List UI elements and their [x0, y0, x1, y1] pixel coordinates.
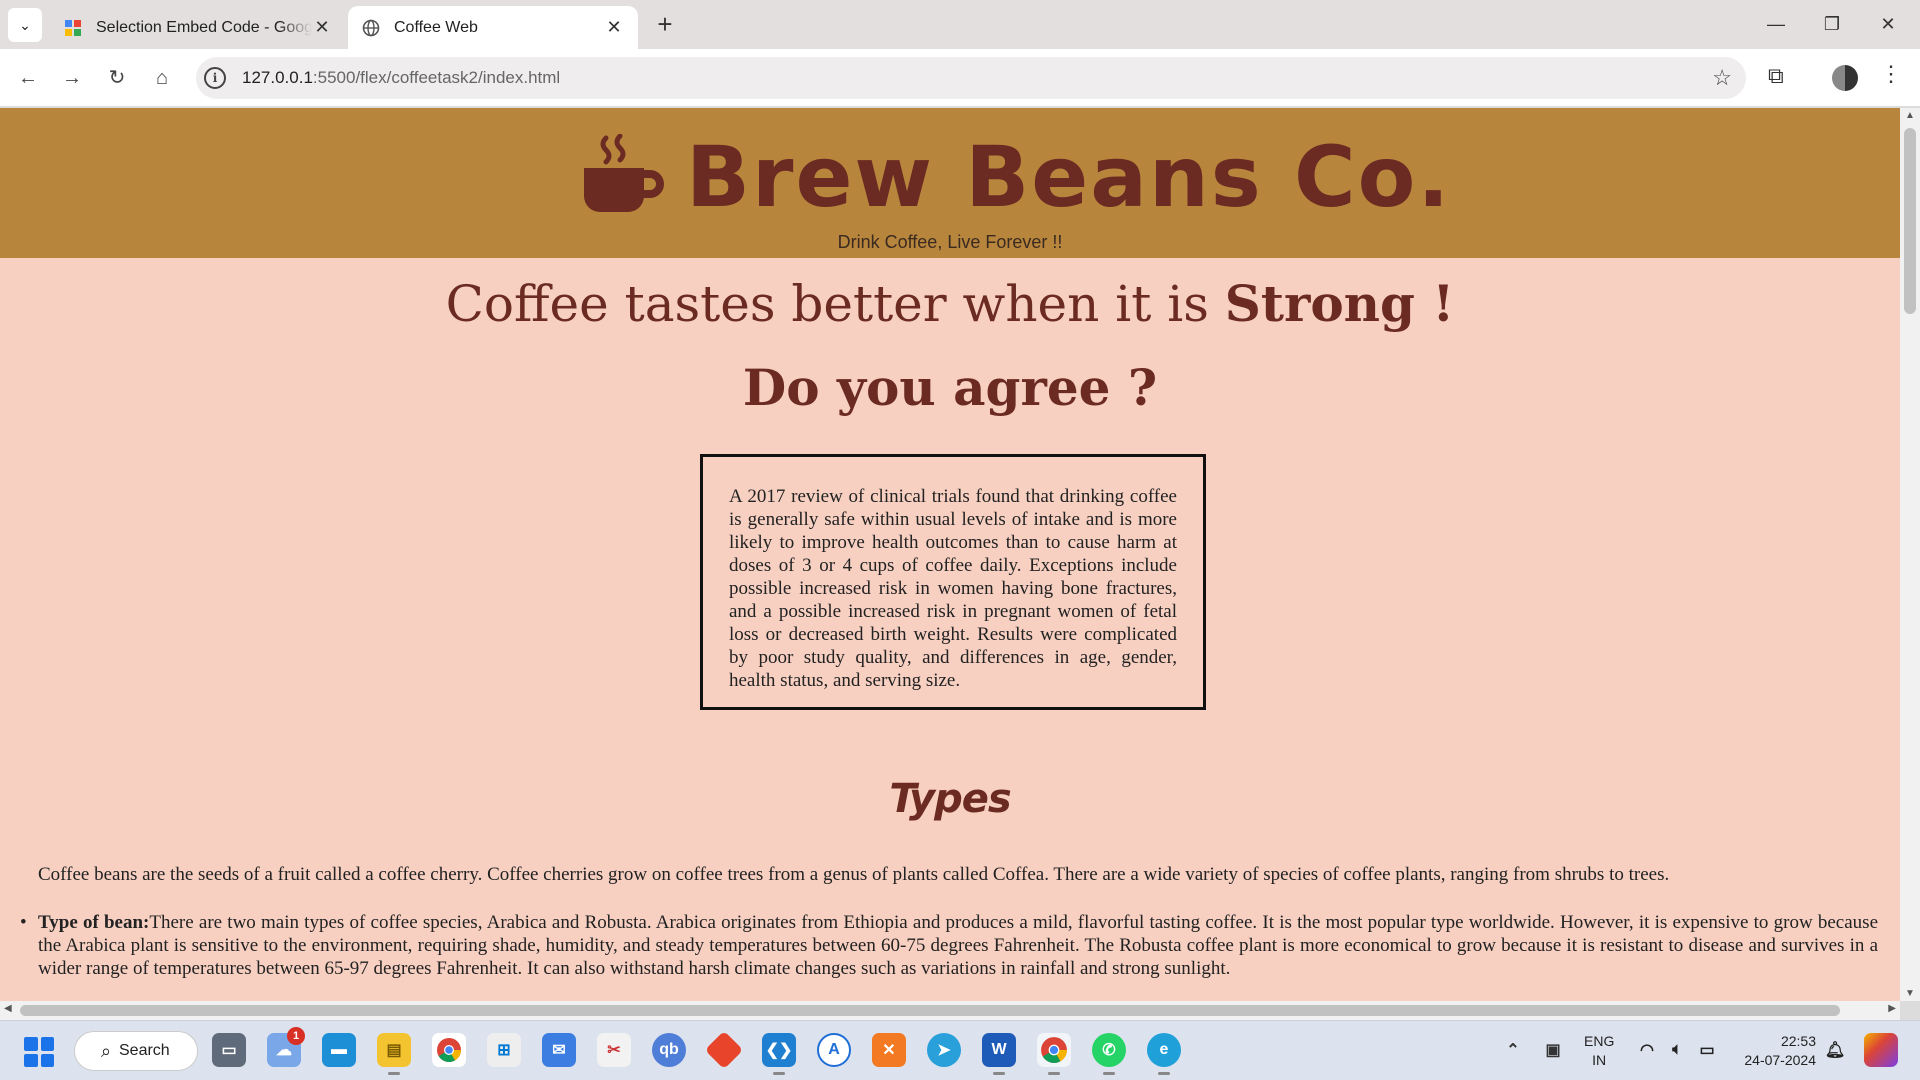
close-icon[interactable]: ✕	[604, 17, 624, 38]
language-indicator[interactable]: ENG IN	[1584, 1032, 1614, 1070]
windows-start-icon[interactable]	[24, 1037, 54, 1067]
whatsapp-icon[interactable]: ✆	[1092, 1033, 1126, 1075]
address-bar[interactable]: i 127.0.0.1:5500/flex/coffeetask2/index.…	[196, 57, 1746, 99]
scroll-left-icon[interactable]: ◀	[4, 1003, 12, 1014]
tagline: Drink Coffee, Live Forever !!	[837, 232, 1063, 252]
wifi-icon[interactable]: ◠	[1630, 1033, 1664, 1067]
chrome-active-icon[interactable]	[1037, 1033, 1071, 1075]
telegram-icon[interactable]: ➤	[927, 1033, 961, 1067]
coffee-cup-icon	[584, 134, 664, 212]
tab-title: Selection Embed Code - Google	[96, 18, 312, 36]
headline-plain: Coffee tastes better when it is	[445, 275, 1225, 333]
section-title-types: Types	[889, 776, 1011, 822]
clock[interactable]: 22:53 24-07-2024	[1734, 1032, 1816, 1070]
file-explorer-icon[interactable]: ▤	[377, 1033, 411, 1075]
google-apps-icon	[65, 19, 81, 36]
logo-row: Brew Beans Co.	[580, 128, 1451, 226]
tab-coffee-web[interactable]: Coffee Web ✕	[348, 6, 638, 49]
copilot-icon[interactable]	[1864, 1033, 1898, 1067]
site-header: Brew Beans Co. Drink Coffee, Live Foreve…	[0, 108, 1900, 258]
forward-arrow-icon[interactable]: →	[56, 62, 88, 94]
qbittorrent-icon[interactable]: qb	[652, 1033, 686, 1067]
clock-time: 22:53	[1780, 1033, 1816, 1049]
globe-icon	[362, 19, 380, 36]
tray-app-icon[interactable]: ▣	[1536, 1033, 1570, 1067]
app-icon-a[interactable]: A	[817, 1033, 851, 1067]
chevron-down-icon: ⌄	[19, 16, 31, 33]
scrollbar-corner	[1900, 1001, 1920, 1020]
clock-date: 24-07-2024	[1744, 1052, 1816, 1068]
bookmark-star-icon[interactable]: ☆	[1712, 65, 1732, 91]
bullet-text: There are two main types of coffee speci…	[38, 912, 1878, 979]
microsoft-store-icon[interactable]: ⊞	[487, 1033, 521, 1067]
chrome-icon[interactable]	[432, 1033, 466, 1067]
mail-icon[interactable]: ✉	[542, 1033, 576, 1067]
url-text[interactable]: 127.0.0.1:5500/flex/coffeetask2/index.ht…	[242, 68, 560, 88]
bullet-label: Type of bean:	[38, 912, 150, 933]
chevron-up-icon[interactable]: ⌃	[1496, 1033, 1530, 1067]
headline: Coffee tastes better when it is Strong !	[0, 274, 1900, 333]
subheadline: Do you agree ?	[742, 358, 1158, 417]
url-host: 127.0.0.1	[242, 68, 313, 87]
horizontal-scrollbar[interactable]: ◀ ▶	[0, 1001, 1900, 1020]
scrollbar-thumb[interactable]	[1904, 128, 1916, 314]
lang-line2: IN	[1592, 1052, 1607, 1068]
url-path: :5500/flex/coffeetask2/index.html	[312, 68, 561, 87]
reload-icon[interactable]: ↻	[101, 62, 133, 94]
back-arrow-icon[interactable]: ←	[12, 62, 44, 94]
headline-bold: Strong !	[1224, 274, 1455, 333]
git-icon[interactable]	[704, 1030, 744, 1070]
close-icon[interactable]: ✕	[312, 17, 332, 38]
extensions-puzzle-icon[interactable]: ⧉	[1768, 63, 1784, 89]
tab-title: Coffee Web	[394, 18, 478, 36]
lang-line1: ENG	[1584, 1033, 1615, 1049]
restore-button[interactable]: ❐	[1812, 8, 1852, 40]
list-item: • Type of bean:There are two main types …	[20, 911, 1878, 980]
taskbar-search[interactable]: ⌕ Search	[74, 1031, 198, 1071]
brand-name: Brew Beans Co.	[686, 128, 1452, 226]
search-icon: ⌕	[101, 1041, 112, 1061]
scrollbar-thumb[interactable]	[20, 1005, 1840, 1016]
task-view-icon[interactable]: ▭	[212, 1033, 246, 1067]
kebab-menu-icon[interactable]: ⋮	[1880, 61, 1902, 87]
search-label: Search	[119, 1042, 170, 1059]
scroll-down-icon[interactable]: ▼	[1904, 988, 1916, 999]
edge-icon[interactable]: e	[1147, 1033, 1181, 1075]
home-icon[interactable]: ⌂	[146, 62, 178, 94]
battery-icon[interactable]: ▭	[1690, 1033, 1724, 1067]
snipping-tool-icon[interactable]: ✂	[597, 1033, 631, 1067]
notification-bell-icon[interactable]: 🔔︎	[1818, 1033, 1852, 1067]
close-window-button[interactable]: ✕	[1868, 8, 1908, 40]
tab-strip: ⌄ Selection Embed Code - Google ✕ Coffee…	[0, 0, 1920, 49]
scroll-up-icon[interactable]: ▲	[1904, 110, 1916, 121]
new-tab-button[interactable]: +	[650, 10, 680, 40]
xampp-icon[interactable]: ✕	[872, 1033, 906, 1067]
info-box: A 2017 review of clinical trials found t…	[700, 454, 1206, 710]
weather-widget-icon[interactable]: ☁ 1	[267, 1027, 305, 1067]
minimize-button[interactable]: —	[1756, 8, 1796, 40]
browser-toolbar: ← → ↻ ⌂ i 127.0.0.1:5500/flex/coffeetask…	[0, 49, 1920, 107]
vscode-icon[interactable]: ❮❯	[762, 1033, 796, 1075]
intro-paragraph: Coffee beans are the seeds of a fruit ca…	[38, 864, 1670, 885]
desktop-app-icon[interactable]: ▬	[322, 1033, 356, 1067]
page-viewport: Brew Beans Co. Drink Coffee, Live Foreve…	[0, 108, 1900, 1001]
vertical-scrollbar[interactable]: ▲ ▼	[1900, 108, 1920, 1001]
volume-icon[interactable]: 🔈︎	[1660, 1033, 1694, 1067]
profile-avatar[interactable]	[1832, 65, 1858, 91]
tab-selection-embed-code[interactable]: Selection Embed Code - Google ✕	[50, 6, 346, 49]
site-info-icon[interactable]: i	[204, 67, 226, 89]
tab-search-button[interactable]: ⌄	[8, 8, 42, 42]
bullet-dot: •	[20, 912, 27, 933]
scroll-right-icon[interactable]: ▶	[1888, 1003, 1896, 1014]
taskbar: ⌕ Search ▭ ☁ 1 ▬ ▤ ⊞ ✉ ✂ qb ❮❯ A ✕ ➤ W ✆ e…	[0, 1020, 1920, 1080]
word-icon[interactable]: W	[982, 1033, 1016, 1075]
notification-badge: 1	[287, 1027, 305, 1045]
